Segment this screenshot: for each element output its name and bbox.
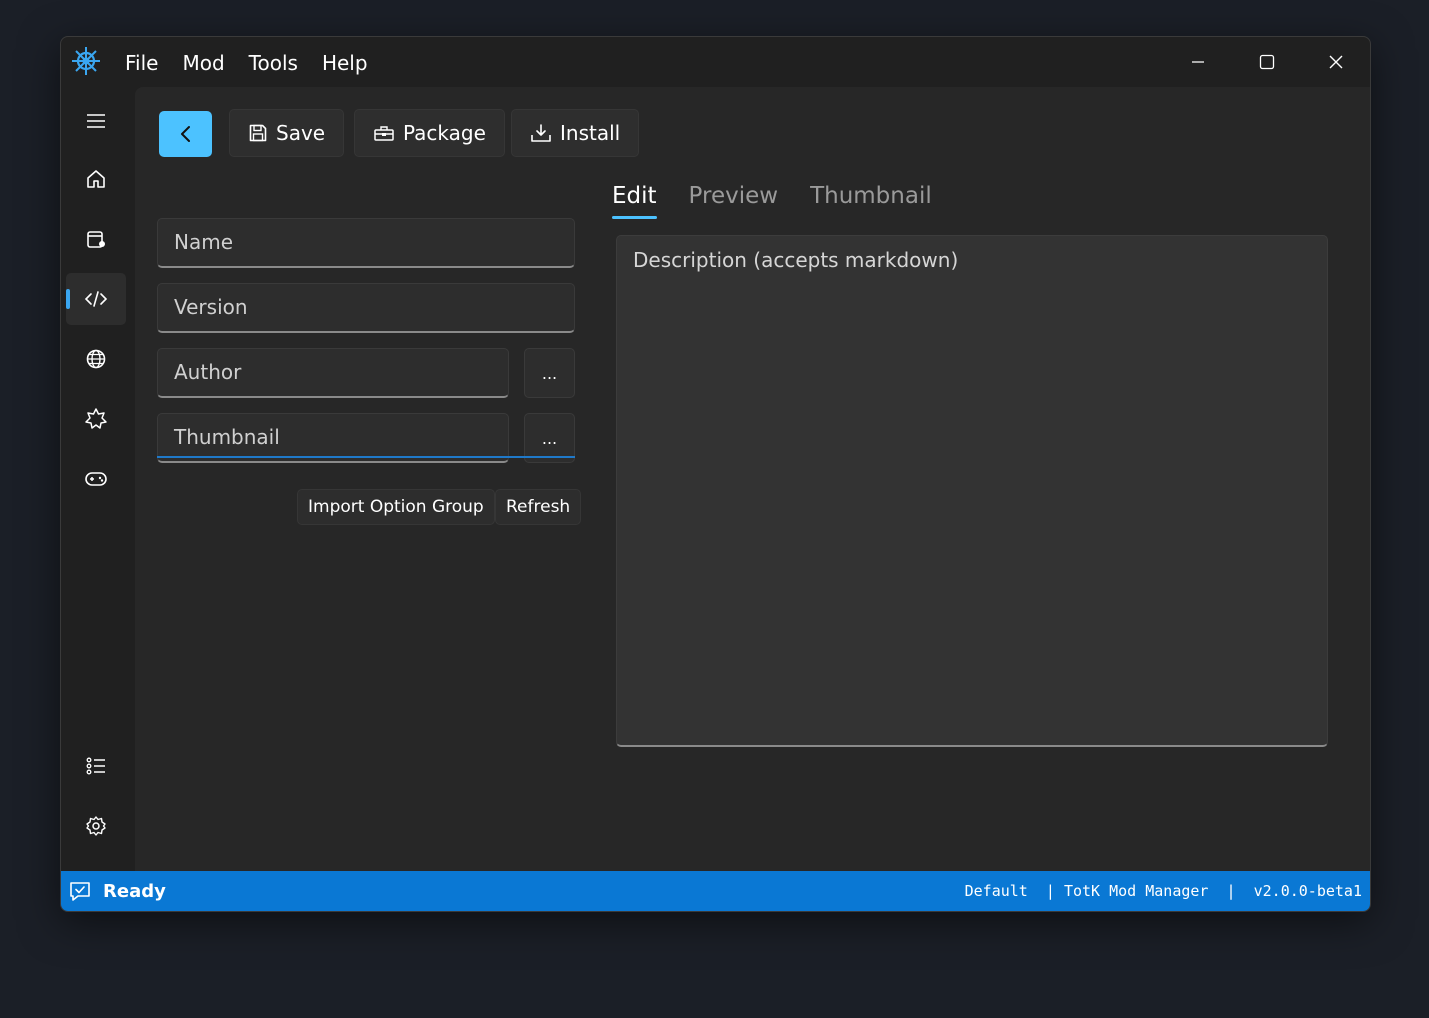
import-option-group-button[interactable]: Import Option Group (297, 489, 495, 525)
mods-library-icon (87, 231, 105, 248)
close-button[interactable] (1301, 37, 1370, 87)
save-icon (249, 124, 267, 142)
status-text: Ready (103, 880, 166, 902)
status-separator: | (1027, 882, 1064, 900)
install-button[interactable]: Install (511, 109, 640, 157)
package-button[interactable]: Package (354, 109, 505, 157)
title-bar[interactable]: File Mod Tools Help (61, 37, 1370, 87)
version-input[interactable]: Version (157, 283, 575, 333)
code-icon (84, 291, 108, 307)
package-icon (374, 126, 394, 141)
app-logo-icon (72, 47, 100, 75)
nav-logs[interactable] (66, 740, 126, 792)
version-input-placeholder: Version (174, 295, 248, 319)
back-button[interactable] (159, 111, 212, 157)
close-icon (1329, 55, 1342, 69)
author-input[interactable]: Author (157, 348, 509, 398)
menu-bar: File Mod Tools Help (113, 49, 380, 77)
refresh-button[interactable]: Refresh (495, 489, 582, 525)
install-button-label: Install (560, 121, 621, 145)
chat-check-icon (70, 882, 90, 901)
nav-online[interactable] (66, 333, 126, 385)
menu-tools[interactable]: Tools (237, 49, 310, 77)
nav-mods[interactable] (66, 213, 126, 265)
thumbnail-input-placeholder: Thumbnail (174, 425, 280, 449)
author-input-placeholder: Author (174, 360, 242, 384)
hamburger-icon (87, 114, 105, 128)
save-button[interactable]: Save (229, 109, 345, 157)
status-bar: Ready Default | TotK Mod Manager | v2.0.… (61, 871, 1370, 911)
section-divider (157, 456, 575, 458)
maximize-icon (1259, 54, 1274, 70)
status-separator: | (1208, 882, 1254, 900)
nav-mod-editor[interactable] (66, 273, 126, 325)
status-right: Default | TotK Mod Manager | v2.0.0-beta… (965, 871, 1362, 911)
nav-settings[interactable] (66, 800, 126, 852)
profile-label[interactable]: Default (965, 882, 1028, 900)
nav-home[interactable] (66, 153, 126, 205)
gear-icon (86, 816, 106, 836)
tab-thumbnail[interactable]: Thumbnail (810, 179, 932, 213)
tab-edit[interactable]: Edit (612, 179, 657, 219)
menu-mod[interactable]: Mod (170, 49, 236, 77)
menu-file[interactable]: File (113, 49, 170, 77)
status-left: Ready (69, 871, 166, 911)
minimize-button[interactable] (1163, 37, 1232, 87)
home-icon (87, 170, 105, 188)
globe-icon (86, 349, 106, 369)
description-textarea[interactable]: Description (accepts markdown) (616, 235, 1328, 747)
download-tray-icon (531, 124, 551, 142)
tab-preview[interactable]: Preview (689, 179, 779, 213)
description-placeholder: Description (accepts markdown) (633, 248, 959, 272)
menu-help[interactable]: Help (310, 49, 380, 77)
badge-star-icon (85, 408, 107, 429)
nav-emulators[interactable] (66, 453, 126, 505)
nav-menu-toggle[interactable] (66, 95, 126, 147)
app-name-label: TotK Mod Manager (1063, 882, 1209, 900)
name-input-placeholder: Name (174, 230, 234, 254)
list-icon (86, 757, 105, 775)
window-controls (1163, 37, 1370, 87)
description-tabs: Edit Preview Thumbnail (612, 179, 932, 219)
chevron-left-icon (180, 126, 190, 142)
app-window: File Mod Tools Help Save Package Install… (60, 36, 1371, 912)
nav-shop[interactable] (66, 393, 126, 445)
name-input[interactable]: Name (157, 218, 575, 268)
nav-rail (61, 87, 135, 871)
package-button-label: Package (403, 121, 486, 145)
maximize-button[interactable] (1232, 37, 1301, 87)
author-browse-button[interactable]: ... (524, 348, 575, 398)
mod-editor-page: Save Package Install Name Version Author… (135, 87, 1370, 871)
minimize-icon (1191, 61, 1204, 63)
version-label: v2.0.0-beta1 (1253, 882, 1362, 900)
save-button-label: Save (276, 121, 326, 145)
gamepad-icon (85, 472, 107, 486)
